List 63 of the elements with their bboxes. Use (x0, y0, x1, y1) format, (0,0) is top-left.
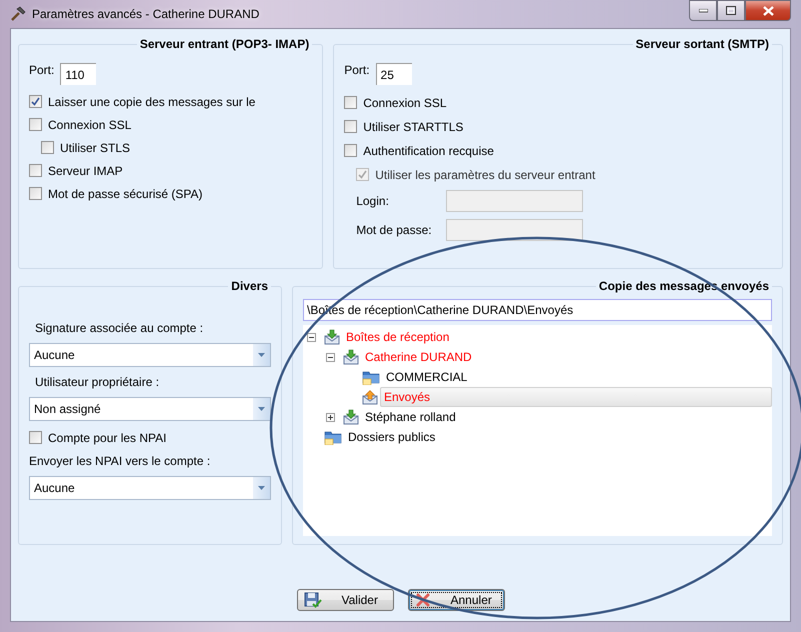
window-title: Paramètres avancés - Catherine DURAND (32, 7, 260, 21)
tree-item[interactable]: Dossiers publics (344, 427, 440, 447)
maximize-button[interactable] (717, 0, 745, 21)
dropdown-caret-icon (258, 407, 265, 411)
tree-item[interactable]: COMMERCIAL (382, 367, 472, 387)
port-label: Port: (344, 63, 370, 77)
dropdown[interactable]: Non assigné (29, 397, 271, 421)
group-title: Divers (230, 279, 269, 293)
checkbox-label: Connexion SSL (363, 96, 447, 110)
checkbox-label: Mot de passe sécurisé (SPA) (48, 186, 203, 200)
checkbox[interactable] (29, 431, 42, 444)
checkbox-label: Connexion SSL (48, 118, 132, 132)
checkbox[interactable] (29, 95, 42, 108)
field-label: Signature associée au compte : (35, 321, 204, 335)
field-label: Mot de passe: (356, 223, 433, 237)
tree-item[interactable]: Catherine DURAND (361, 347, 476, 367)
dropdown-caret-icon (258, 353, 265, 357)
cancel-button[interactable]: Annuler (408, 589, 504, 611)
group-title: Serveur sortant (SMTP) (634, 37, 770, 51)
checkbox[interactable] (344, 96, 358, 109)
tree-item[interactable]: Stéphane rolland (361, 407, 460, 427)
checkbox[interactable] (29, 118, 42, 131)
dropdown[interactable]: Aucune (29, 476, 271, 500)
collapse-icon[interactable] (307, 332, 316, 342)
field-label: Utilisateur propriétaire : (35, 375, 160, 389)
checkbox-label: Utiliser les paramètres du serveur entrant (375, 168, 596, 182)
tree-item[interactable]: Boîtes de réception (342, 327, 454, 347)
checkbox-label: Utiliser STLS (60, 140, 130, 154)
port-field[interactable]: 110 (60, 63, 96, 85)
checkbox[interactable] (29, 164, 42, 177)
mail-folder-icon (362, 369, 380, 385)
maximize-icon (726, 6, 736, 15)
inbox-icon (343, 349, 359, 365)
checkbox[interactable] (29, 187, 42, 200)
checkbox[interactable] (41, 141, 54, 154)
close-icon (414, 592, 430, 608)
dropdown[interactable]: Aucune (29, 343, 271, 367)
collapse-icon[interactable] (326, 352, 335, 362)
minimize-icon (698, 8, 708, 12)
checkbox[interactable] (344, 144, 358, 157)
field-label: Login: (356, 194, 390, 208)
close-button[interactable] (745, 0, 791, 21)
checkbox-label: Authentification recquise (363, 144, 494, 158)
expand-icon[interactable] (326, 412, 335, 422)
inbox-icon (343, 409, 359, 425)
close-icon (762, 6, 774, 16)
hammer-icon (10, 6, 26, 22)
mail-folder-icon (324, 429, 342, 445)
port-field[interactable]: 25 (376, 63, 412, 85)
checkbox[interactable] (344, 120, 358, 133)
field-label: Envoyer les NPAI vers le compte : (29, 454, 212, 468)
floppy-disk-icon (304, 592, 322, 608)
minimize-button[interactable] (689, 0, 717, 21)
checkbox-label: Compte pour les NPAI (48, 430, 166, 444)
outbox-icon (362, 389, 378, 405)
validate-button[interactable]: Valider (296, 589, 394, 611)
checkbox-label: Utiliser STARTTLS (363, 120, 464, 134)
dropdown-caret-icon (258, 486, 265, 490)
group-title: Serveur entrant (POP3- IMAP) (138, 37, 310, 51)
inbox-icon (324, 329, 340, 345)
checkbox-label: Serveur IMAP (48, 164, 123, 178)
port-label: Port: (29, 63, 54, 77)
checkbox-label: Laisser une copie des messages sur le (48, 94, 256, 108)
